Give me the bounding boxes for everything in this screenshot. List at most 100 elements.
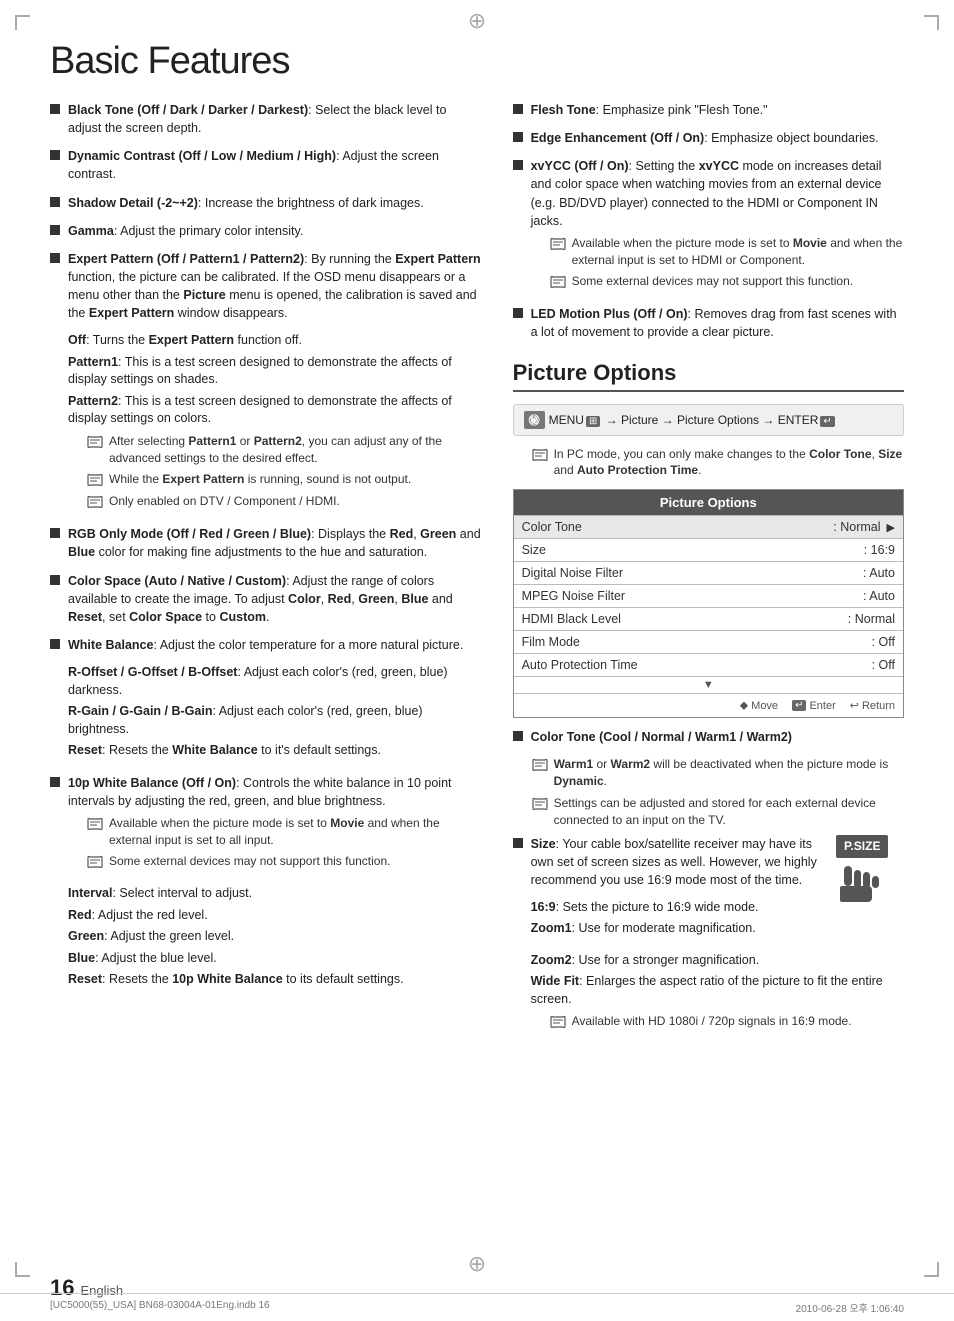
item-label: Color Tone (Cool / Normal / Warm1 / Warm… — [531, 730, 792, 744]
item-label: Black Tone (Off / Dark / Darker / Darkes… — [68, 103, 308, 117]
row-value: : Off — [872, 635, 895, 649]
item-content: Shadow Detail (-2~+2): Increase the brig… — [68, 194, 483, 212]
list-item: Color Tone (Cool / Normal / Warm1 / Warm… — [513, 728, 904, 746]
crosshair-top: ⊕ — [468, 8, 486, 34]
item-content: Dynamic Contrast (Off / Low / Medium / H… — [68, 147, 483, 183]
corner-mark-br — [924, 1262, 939, 1277]
bullet-icon — [513, 104, 523, 114]
note-item: Warm1 or Warm2 will be deactivated when … — [531, 756, 904, 790]
list-item: 10p White Balance (Off / On): Controls t… — [50, 774, 483, 993]
corner-mark-tr — [924, 15, 939, 30]
item-content: P.SIZE — [531, 835, 904, 1036]
item-label: LED Motion Plus (Off / On) — [531, 307, 688, 321]
list-item: White Balance: Adjust the color temperat… — [50, 636, 483, 764]
note-text: Available with HD 1080i / 720p signals i… — [572, 1013, 852, 1030]
bullet-icon — [513, 308, 523, 318]
page: ⊕ Basic Features Black Tone (Off / Dark … — [0, 0, 954, 1321]
table-scroll-indicator: ▼ — [514, 676, 903, 693]
note-icon — [531, 796, 549, 812]
note-item: Available when the picture mode is set t… — [86, 815, 483, 849]
bullet-icon — [50, 575, 60, 585]
table-header: Picture Options — [514, 490, 903, 515]
menu-path-box: ㊙ MENU⊞ → Picture → Picture Options → EN… — [513, 404, 904, 436]
item-label: RGB Only Mode (Off / Red / Green / Blue) — [68, 527, 311, 541]
table-row[interactable]: MPEG Noise Filter : Auto — [514, 584, 903, 607]
sub-item: R-Offset / G-Offset / B-Offset: Adjust e… — [68, 664, 483, 699]
bullet-icon — [513, 160, 523, 170]
table-footer: ⬥ Move ↵ Enter ↩ Return — [514, 693, 903, 717]
note-icon — [86, 472, 104, 488]
item-content: 10p White Balance (Off / On): Controls t… — [68, 774, 483, 993]
note-text: Warm1 or Warm2 will be deactivated when … — [554, 756, 904, 790]
note-text: Available when the picture mode is set t… — [109, 815, 483, 849]
table-row[interactable]: Film Mode : Off — [514, 630, 903, 653]
table-row[interactable]: Digital Noise Filter : Auto — [514, 561, 903, 584]
bullet-icon — [50, 225, 60, 235]
p-size-box: P.SIZE — [836, 835, 904, 895]
row-label: Color Tone — [522, 520, 834, 534]
note-text: After selecting Pattern1 or Pattern2, yo… — [109, 433, 483, 467]
item-content: Gamma: Adjust the primary color intensit… — [68, 222, 483, 240]
row-label: Size — [522, 543, 864, 557]
item-text: : Increase the brightness of dark images… — [198, 196, 424, 210]
note-icon — [86, 434, 104, 450]
corner-mark-bl — [15, 1262, 30, 1277]
row-value: : Auto — [863, 566, 895, 580]
note-text: Some external devices may not support th… — [572, 273, 853, 290]
item-content: Flesh Tone: Emphasize pink "Flesh Tone." — [531, 101, 904, 119]
note-text: Only enabled on DTV / Component / HDMI. — [109, 493, 340, 510]
sub-item: Red: Adjust the red level. — [68, 907, 483, 925]
row-value: : Normal — [848, 612, 895, 626]
note-item: Only enabled on DTV / Component / HDMI. — [86, 493, 483, 510]
list-item: Flesh Tone: Emphasize pink "Flesh Tone." — [513, 101, 904, 119]
footer-return: ↩ Return — [850, 698, 895, 713]
table-row[interactable]: Size : 16:9 — [514, 538, 903, 561]
bullet-icon — [50, 528, 60, 538]
footer-bar: [UC5000(55)_USA] BN68-03004A-01Eng.indb … — [0, 1293, 954, 1321]
row-value: : Off — [872, 658, 895, 672]
sub-item: Wide Fit: Enlarges the aspect ratio of t… — [531, 973, 904, 1008]
note-icon — [549, 1014, 567, 1030]
note-item: Available when the picture mode is set t… — [549, 235, 904, 269]
hand-icon — [836, 864, 881, 909]
item-content: xvYCC (Off / On): Setting the xvYCC mode… — [531, 157, 904, 295]
item-label: Flesh Tone — [531, 103, 596, 117]
item-label: Expert Pattern (Off / Pattern1 / Pattern… — [68, 252, 304, 266]
list-item: Expert Pattern (Off / Pattern1 / Pattern… — [50, 250, 483, 516]
bullet-icon — [513, 132, 523, 142]
menu-icon: ㊙ — [524, 411, 545, 429]
row-label: HDMI Black Level — [522, 612, 848, 626]
note-icon — [549, 236, 567, 252]
note-icon — [86, 816, 104, 832]
menu-path-text: MENU⊞ → Picture → Picture Options → ENTE… — [549, 413, 835, 427]
note-text: Some external devices may not support th… — [109, 853, 390, 870]
note-text: In PC mode, you can only make changes to… — [554, 446, 904, 480]
bullet-icon — [513, 838, 523, 848]
item-content: Edge Enhancement (Off / On): Emphasize o… — [531, 129, 904, 147]
section-title: Picture Options — [513, 360, 904, 392]
table-row[interactable]: Color Tone : Normal ▶ — [514, 515, 903, 538]
item-text: : Adjust the color temperature for a mor… — [153, 638, 463, 652]
row-label: Auto Protection Time — [522, 658, 872, 672]
item-label: 10p White Balance (Off / On) — [68, 776, 236, 790]
row-arrow: ▶ — [887, 521, 895, 534]
p-size-button: P.SIZE — [836, 835, 888, 858]
sub-item: R-Gain / G-Gain / B-Gain: Adjust each co… — [68, 703, 483, 738]
item-label: xvYCC (Off / On) — [531, 159, 629, 173]
bullet-icon — [50, 777, 60, 787]
row-label: MPEG Noise Filter — [522, 589, 863, 603]
table-row[interactable]: HDMI Black Level : Normal — [514, 607, 903, 630]
bullet-icon — [50, 150, 60, 160]
item-label: White Balance — [68, 638, 153, 652]
bullet-icon — [50, 639, 60, 649]
sub-item: Reset: Resets the 10p White Balance to i… — [68, 971, 483, 989]
item-content: Color Space (Auto / Native / Custom): Ad… — [68, 572, 483, 626]
table-row[interactable]: Auto Protection Time : Off — [514, 653, 903, 676]
item-text: : Emphasize object boundaries. — [704, 131, 878, 145]
bullet-icon — [50, 197, 60, 207]
footer-move: ⬥ Move — [740, 698, 778, 713]
note-item: After selecting Pattern1 or Pattern2, yo… — [86, 433, 483, 467]
sub-item: Zoom2: Use for a stronger magnification. — [531, 952, 904, 970]
row-value: : 16:9 — [864, 543, 895, 557]
crosshair-bottom: ⊕ — [468, 1251, 486, 1277]
